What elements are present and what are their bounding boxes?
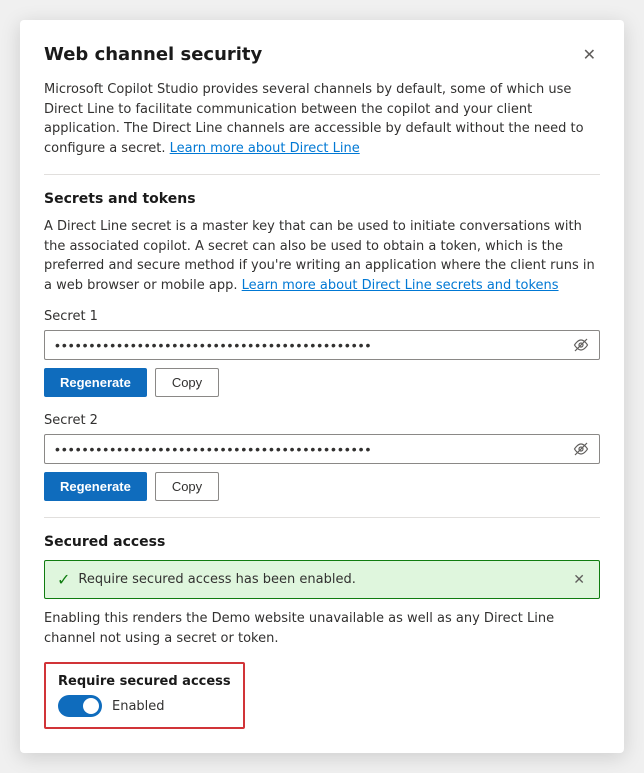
toggle-state-text: Enabled [112,699,165,714]
toggle-thumb [83,698,99,714]
secret1-buttons: Regenerate Copy [44,368,600,397]
secured-access-description: Enabling this renders the Demo website u… [44,609,600,648]
secret1-label: Secret 1 [44,309,600,324]
learn-more-direct-line-link[interactable]: Learn more about Direct Line [170,141,360,156]
close-button[interactable]: ✕ [579,44,600,68]
web-channel-security-modal: Web channel security ✕ Microsoft Copilot… [20,20,624,753]
secret2-section: Secret 2 Regenerate Copy [44,413,600,501]
secrets-section-title: Secrets and tokens [44,191,600,207]
section-divider-1 [44,174,600,175]
secret1-input[interactable] [45,331,563,359]
success-banner-left: ✓ Require secured access has been enable… [57,570,356,589]
learn-more-secrets-link[interactable]: Learn more about Direct Line secrets and… [242,278,559,293]
toggle-label: Require secured access [58,674,231,689]
secret2-toggle-visibility[interactable] [563,435,599,463]
secret2-label: Secret 2 [44,413,600,428]
intro-description: Microsoft Copilot Studio provides severa… [44,80,600,158]
modal-title: Web channel security [44,44,262,65]
toggle-row: Enabled [58,695,231,717]
secret1-toggle-visibility[interactable] [563,331,599,359]
success-check-icon: ✓ [57,570,70,589]
secret1-section: Secret 1 Regenerate Copy [44,309,600,397]
secured-access-title: Secured access [44,534,600,550]
modal-header: Web channel security ✕ [44,44,600,68]
secret2-regenerate-button[interactable]: Regenerate [44,472,147,501]
toggle-track [58,695,102,717]
eye-icon [573,337,589,353]
secret2-input-row [44,434,600,464]
secret1-input-row [44,330,600,360]
success-banner-text: Require secured access has been enabled. [78,572,355,587]
require-secured-access-toggle[interactable] [58,695,102,717]
toggle-section: Require secured access Enabled [44,662,245,729]
secrets-description: A Direct Line secret is a master key tha… [44,217,600,295]
secret2-buttons: Regenerate Copy [44,472,600,501]
banner-close-button[interactable]: ✕ [571,569,587,590]
eye-icon [573,441,589,457]
secret1-regenerate-button[interactable]: Regenerate [44,368,147,397]
secret1-copy-button[interactable]: Copy [155,368,219,397]
section-divider-2 [44,517,600,518]
secret2-copy-button[interactable]: Copy [155,472,219,501]
success-banner: ✓ Require secured access has been enable… [44,560,600,599]
secret2-input[interactable] [45,435,563,463]
